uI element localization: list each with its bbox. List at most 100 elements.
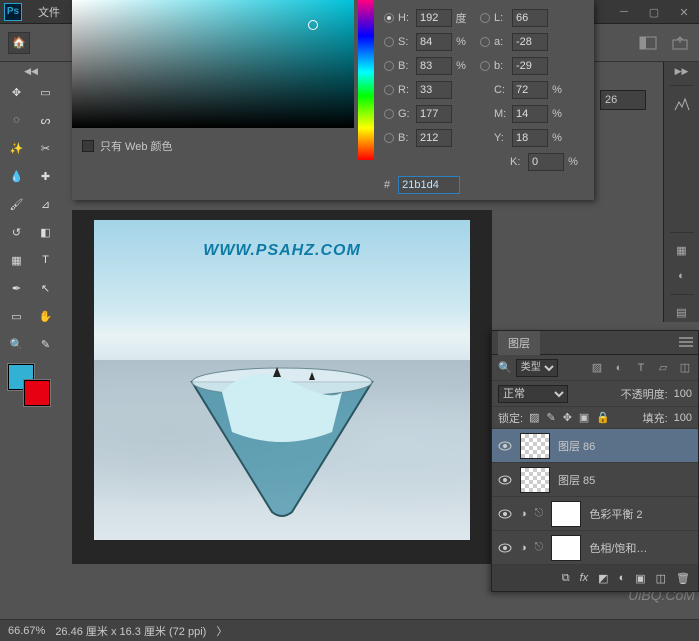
background-swatch[interactable] (24, 380, 50, 406)
filter-search-icon[interactable]: 🔍 (498, 361, 512, 374)
status-arrow-icon[interactable]: 〉 (216, 623, 227, 639)
lock-nest-icon[interactable]: ▣ (579, 411, 589, 424)
zoom-tool[interactable]: 🔍 (4, 332, 29, 356)
filter-pixel-icon[interactable]: ▨ (590, 361, 604, 375)
input-s[interactable] (416, 33, 452, 51)
delete-layer-icon[interactable]: 🗑 (676, 572, 690, 585)
healing-tool[interactable]: ✚ (33, 164, 58, 188)
levels-icon[interactable] (671, 94, 693, 113)
panel-icon[interactable] (639, 36, 657, 50)
layer-thumb[interactable] (551, 535, 581, 561)
pen-tool[interactable]: ✒ (4, 276, 29, 300)
fx-icon[interactable]: fx (580, 572, 589, 584)
layer-row[interactable]: 图层 86 (492, 429, 698, 463)
layer-thumb[interactable] (520, 467, 550, 493)
link-layers-icon[interactable]: ⧉ (562, 572, 570, 585)
layer-name[interactable]: 图层 85 (558, 472, 595, 488)
input-a[interactable] (512, 33, 548, 51)
filter-type-icon[interactable]: T (634, 361, 648, 375)
maximize-button[interactable]: ▢ (639, 0, 669, 24)
input-g[interactable] (416, 105, 452, 123)
color-field[interactable] (72, 0, 354, 128)
radio-l[interactable] (480, 13, 490, 23)
shape-tool[interactable]: ▭ (4, 304, 29, 328)
layer-name[interactable]: 色彩平衡 2 (589, 506, 642, 522)
hex-input[interactable] (398, 176, 460, 194)
group-icon[interactable]: ▣ (635, 572, 645, 585)
input-m[interactable] (512, 105, 548, 123)
menu-file[interactable]: 文件 (30, 4, 68, 20)
home-icon[interactable]: 🏠 (8, 32, 30, 54)
stamp-tool[interactable]: ⊿ (33, 192, 58, 216)
radio-r[interactable] (384, 85, 394, 95)
layer-row[interactable]: 图层 85 (492, 463, 698, 497)
layer-name[interactable]: 图层 86 (558, 438, 595, 454)
filter-type-select[interactable]: 类型 (516, 359, 558, 377)
radio-b2[interactable] (384, 133, 394, 143)
panel-menu-icon[interactable] (678, 335, 694, 349)
minimize-button[interactable]: ─ (609, 0, 639, 24)
color-swatches[interactable] (8, 364, 54, 412)
fill-adjust-icon[interactable]: ◐ (619, 572, 626, 584)
lock-trans-icon[interactable]: ▨ (529, 411, 539, 424)
radio-h[interactable] (384, 13, 394, 23)
input-y[interactable] (512, 129, 548, 147)
radio-bb[interactable] (480, 61, 490, 71)
web-only-checkbox[interactable] (82, 140, 94, 152)
color-cursor[interactable] (308, 20, 318, 30)
dock-collapse[interactable]: ▶▶ (675, 66, 689, 77)
layer-thumb[interactable] (551, 501, 581, 527)
lock-all-icon[interactable]: 🔒 (596, 411, 610, 424)
type-tool[interactable]: T (33, 248, 58, 272)
layer-name[interactable]: 色相/饱和… (589, 540, 647, 556)
path-tool[interactable]: ↖ (33, 276, 58, 300)
layers-tab[interactable]: 图层 (498, 331, 540, 355)
radio-a[interactable] (480, 37, 490, 47)
brush-tool[interactable]: 🖌 (4, 192, 29, 216)
styles-dock-icon[interactable]: ◐ (671, 267, 693, 286)
history-brush-tool[interactable]: ↺ (4, 220, 29, 244)
adjust-dock-icon[interactable]: ▤ (671, 303, 693, 322)
input-l[interactable] (512, 9, 548, 27)
hand-tool[interactable]: ✋ (33, 304, 58, 328)
layer-row[interactable]: ◑⎋色相/饱和… (492, 531, 698, 565)
visibility-icon[interactable] (498, 440, 512, 452)
radio-s[interactable] (384, 37, 394, 47)
filter-smart-icon[interactable]: ◫ (678, 361, 692, 375)
color-sampler-tool[interactable]: ✎ (33, 332, 58, 356)
lasso-tool[interactable]: ᔕ (33, 108, 58, 132)
visibility-icon[interactable] (498, 474, 512, 486)
opacity-value[interactable]: 100 (674, 388, 692, 400)
zoom-level[interactable]: 66.67% (8, 625, 45, 637)
input-h[interactable] (416, 9, 452, 27)
hue-slider[interactable] (358, 0, 374, 160)
wand-tool[interactable]: ✨ (4, 136, 29, 160)
blend-mode-select[interactable]: 正常 (498, 385, 568, 403)
mask-icon[interactable]: ◩ (598, 572, 608, 585)
collapse-toolbar[interactable]: ◀◀ (2, 64, 60, 78)
marquee-tool[interactable]: ◌ (4, 108, 29, 132)
input-bb[interactable] (512, 57, 548, 75)
input-r[interactable] (416, 81, 452, 99)
input-c[interactable] (512, 81, 548, 99)
filter-adjust-icon[interactable]: ◐ (612, 361, 626, 375)
close-button[interactable]: ✕ (669, 0, 699, 24)
input-b[interactable] (416, 57, 452, 75)
share-icon[interactable] (671, 36, 689, 50)
filter-shape-icon[interactable]: ▱ (656, 361, 670, 375)
swatches-dock-icon[interactable]: ▦ (671, 241, 693, 260)
artboard-tool[interactable]: ▭ (33, 80, 58, 104)
lock-paint-icon[interactable]: ✎ (546, 411, 555, 424)
radio-b[interactable] (384, 61, 394, 71)
radio-g[interactable] (384, 109, 394, 119)
eyedropper-tool[interactable]: 💧 (4, 164, 29, 188)
option-value[interactable]: 26 (600, 90, 646, 110)
visibility-icon[interactable] (498, 542, 512, 554)
layer-row[interactable]: ◑⎋色彩平衡 2 (492, 497, 698, 531)
new-layer-icon[interactable]: ◫ (656, 572, 666, 585)
input-k[interactable] (528, 153, 564, 171)
move-tool[interactable]: ✥ (4, 80, 29, 104)
visibility-icon[interactable] (498, 508, 512, 520)
lock-pos-icon[interactable]: ✥ (563, 411, 572, 424)
eraser-tool[interactable]: ◧ (33, 220, 58, 244)
